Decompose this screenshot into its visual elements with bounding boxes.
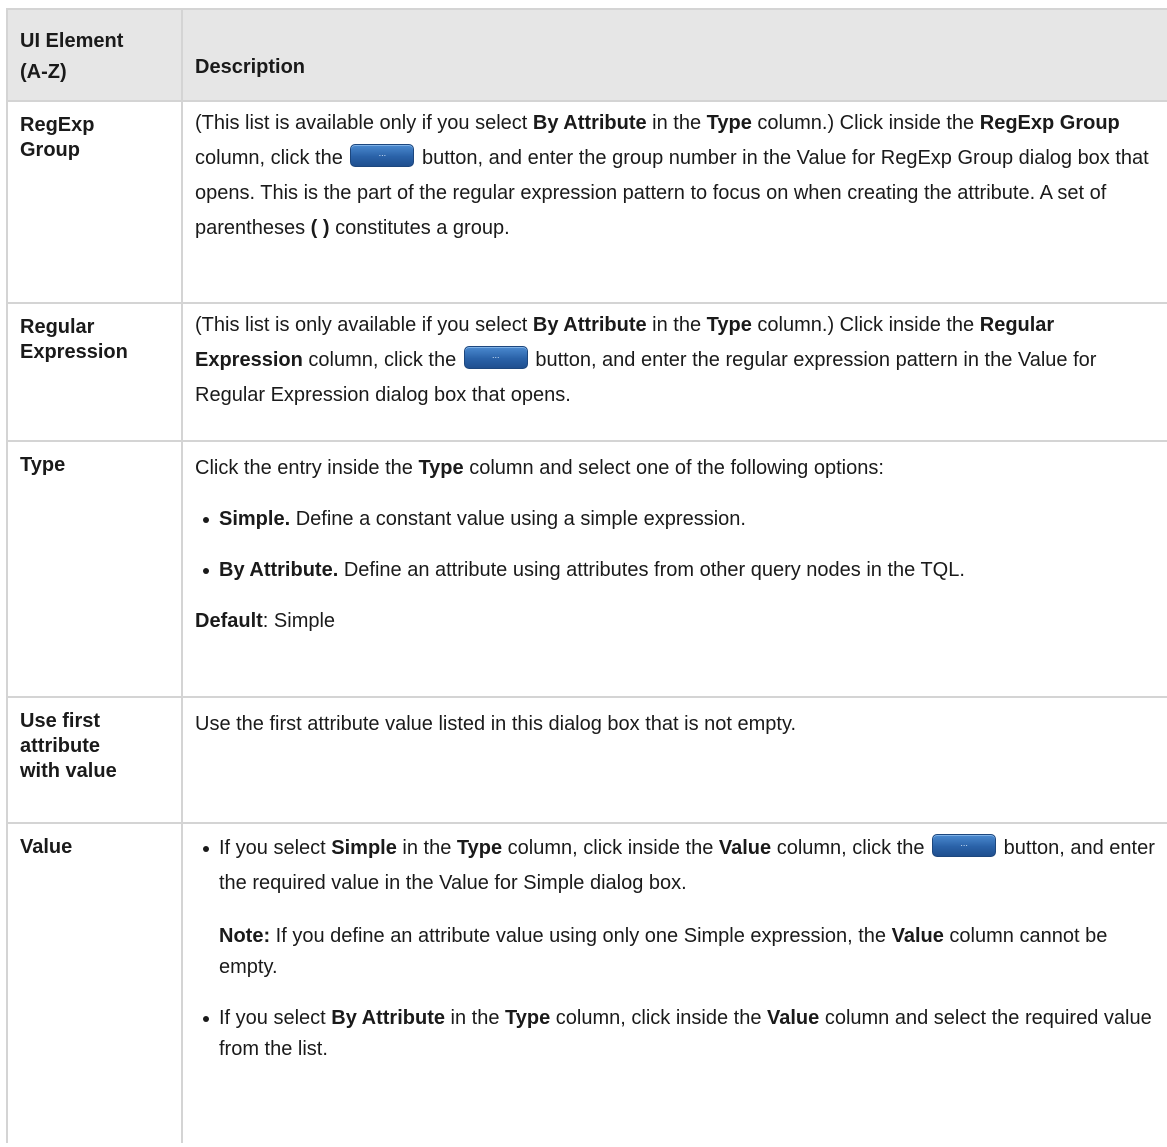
table-row: Value If you select Simple in the Type c… [6,822,1167,1143]
row-desc-regexp-group: (This list is available only if you sele… [181,100,1167,304]
list-item: If you select Simple in the Type column,… [195,831,1157,901]
bullet-icon [203,517,209,523]
list-item: Simple. Define a constant value using a … [195,504,1157,535]
bullet-icon [203,568,209,574]
row-desc-use-first-attribute: Use the first attribute value listed in … [181,696,1167,824]
table-header-row: UI Element (A-Z) Description [6,8,1167,102]
row-name-type: Type [6,440,183,698]
row-desc-type: Click the entry inside the Type column a… [181,440,1167,698]
row-name-use-first-attribute: Use first attribute with value [6,696,183,824]
row-desc-regular-expression: (This list is only available if you sele… [181,302,1167,442]
note-text: Note: If you define an attribute value u… [219,925,1108,978]
header-ui-element: UI Element (A-Z) [6,8,183,102]
row-name-regular-expression: Regular Expression [6,302,183,442]
header-description: Description [181,8,1167,102]
table-row: Use first attribute with value Use the fir… [6,696,1167,824]
row-name-regexp-group: RegExp Group [6,100,183,304]
bullet-icon [203,1016,209,1022]
ellipsis-button-icon [932,834,997,857]
table-row: Type Click the entry inside the Type col… [6,440,1167,698]
bullet-icon [203,846,209,852]
list-item: If you select By Attribute in the Type c… [195,1003,1157,1065]
row-desc-value: If you select Simple in the Type column,… [181,822,1167,1143]
table-row: Regular Expression (This list is only ava… [6,302,1167,442]
ui-element-table: UI Element (A-Z) Description RegExp Group … [6,8,1167,1143]
list-item: By Attribute. Define an attribute using … [195,555,1157,586]
ellipsis-button-icon [350,144,415,167]
table-row: RegExp Group (This list is available only… [6,100,1167,304]
row-name-value: Value [6,822,183,1143]
ellipsis-button-icon [463,346,528,369]
